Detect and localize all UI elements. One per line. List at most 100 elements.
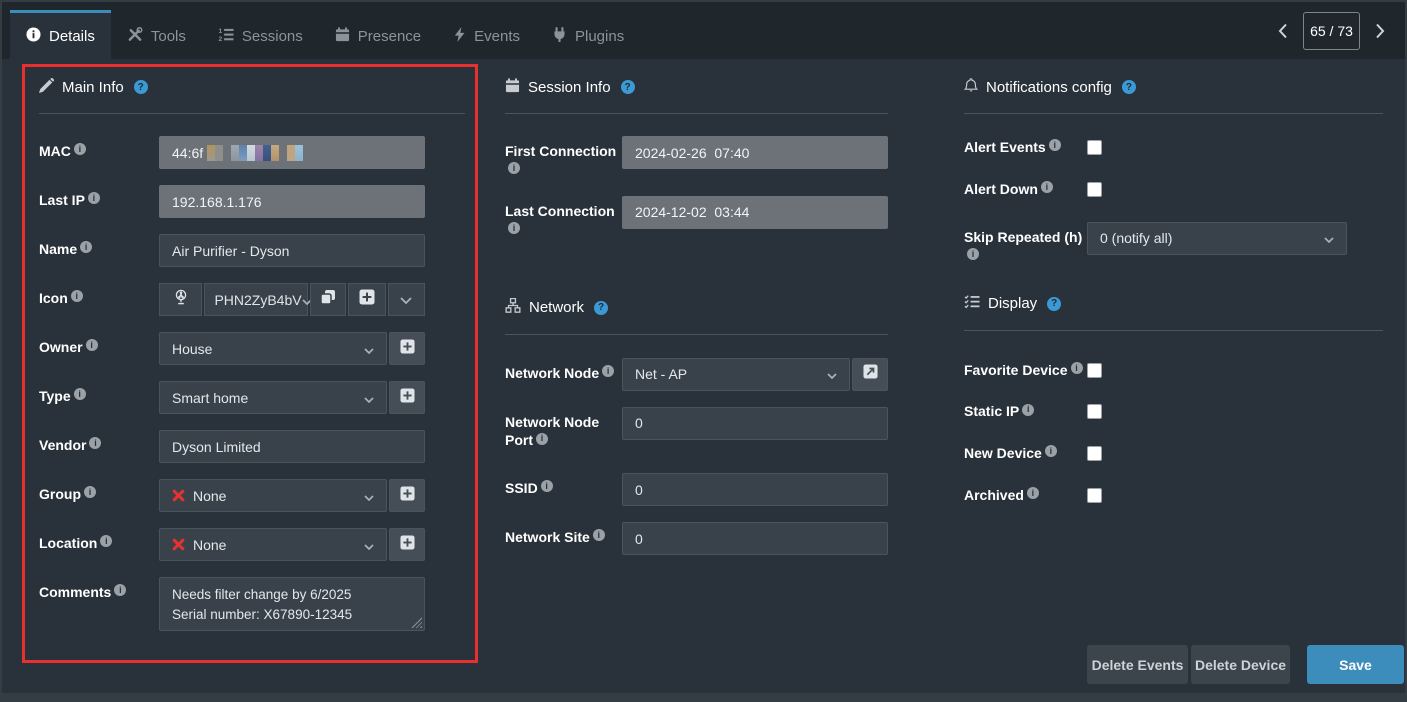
add-type-button[interactable] [389,381,425,414]
group-select[interactable]: None [159,479,387,512]
network-site-label: Network Sitei [505,522,622,555]
tab-sessions[interactable]: 12 Sessions [202,10,319,59]
name-input[interactable]: Air Purifier - Dyson [159,234,425,267]
help-icon[interactable]: ? [1047,297,1061,311]
static-ip-row: Static IPi [964,402,1383,421]
vendor-input[interactable]: Dyson Limited [159,430,425,463]
chevron-down-icon [1324,230,1334,246]
network-node-row: Network Nodei Net - AP [505,358,888,391]
archived-label: Archivedi [964,486,1087,505]
delete-device-button[interactable]: Delete Device [1191,645,1290,684]
plus-square-icon [400,388,415,408]
tab-events-label: Events [474,28,520,45]
new-device-checkbox[interactable] [1087,446,1102,461]
favorite-device-checkbox[interactable] [1087,363,1102,378]
group-label: Groupi [39,479,159,512]
info-circle-icon [26,27,41,46]
session-info-title: Session Info ? [505,77,888,97]
expand-icon-list-button[interactable] [388,283,426,316]
tab-presence[interactable]: Presence [319,10,437,59]
external-link-icon [863,364,878,384]
comments-row: Commentsi Needs filter change by 6/2025 … [39,577,465,631]
favorite-device-row: Favorite Devicei [964,361,1383,380]
fan-icon [173,289,189,310]
info-icon[interactable]: i [100,535,112,547]
first-connection-row: First Connectioni 2024-02-26 07:40 [505,136,888,180]
info-icon[interactable]: i [541,480,553,492]
archived-row: Archivedi [964,486,1383,505]
bell-icon [964,78,978,97]
info-icon[interactable]: i [1045,445,1057,457]
icon-select[interactable]: PHN2ZyB4bV [204,283,308,316]
network-title: Network ? [505,298,888,318]
open-network-node-button[interactable] [852,358,888,391]
tab-events[interactable]: Events [437,10,536,59]
save-button[interactable]: Save [1307,645,1404,684]
info-icon[interactable]: i [84,486,96,498]
alert-events-checkbox[interactable] [1087,140,1102,155]
type-select[interactable]: Smart home [159,381,387,414]
info-icon[interactable]: i [74,388,86,400]
tab-details[interactable]: Details [10,10,111,59]
location-select[interactable]: None [159,528,387,561]
next-device-button[interactable] [1365,11,1395,50]
plus-square-icon [400,486,415,506]
info-icon[interactable]: i [508,222,520,234]
help-icon[interactable]: ? [134,80,148,94]
info-icon[interactable]: i [88,192,100,204]
footer-actions: Delete Events Delete Device Save [1087,645,1404,684]
help-icon[interactable]: ? [1122,80,1136,94]
comments-label: Commentsi [39,577,159,631]
info-icon[interactable]: i [1071,362,1083,374]
info-icon[interactable]: i [89,437,101,449]
ssid-row: SSIDi 0 [505,473,888,506]
info-icon[interactable]: i [80,241,92,253]
info-icon[interactable]: i [593,529,605,541]
network-site-input[interactable]: 0 [622,522,888,555]
add-group-button[interactable] [389,479,425,512]
archived-checkbox[interactable] [1087,488,1102,503]
info-icon[interactable]: i [114,584,126,596]
list-ol-icon: 12 [218,27,234,46]
plus-square-icon [400,535,415,555]
group-row: Groupi None [39,479,465,512]
info-icon[interactable]: i [508,162,520,174]
info-icon[interactable]: i [1022,404,1034,416]
info-icon[interactable]: i [1041,181,1053,193]
network-node-label: Network Nodei [505,358,622,391]
owner-select[interactable]: House [159,332,387,365]
tab-plugins[interactable]: Plugins [536,10,640,59]
info-icon[interactable]: i [1027,487,1039,499]
vendor-row: Vendori Dyson Limited [39,430,465,463]
add-icon-button[interactable] [348,283,386,316]
mac-row: MACi 44:6f [39,136,465,169]
delete-events-button[interactable]: Delete Events [1087,645,1188,684]
static-ip-checkbox[interactable] [1087,404,1102,419]
main-info-title: Main Info ? [39,77,465,97]
info-icon[interactable]: i [71,290,83,302]
info-icon[interactable]: i [602,365,614,377]
add-location-button[interactable] [389,528,425,561]
info-icon[interactable]: i [1049,139,1061,151]
add-owner-button[interactable] [389,332,425,365]
ssid-input[interactable]: 0 [622,473,888,506]
alert-down-checkbox[interactable] [1087,182,1102,197]
resize-grip[interactable] [411,617,422,628]
prev-device-button[interactable] [1268,11,1298,50]
info-icon[interactable]: i [536,433,548,445]
network-node-port-input[interactable]: 0 [622,407,888,440]
skip-repeated-select[interactable]: 0 (notify all) [1087,222,1347,255]
display-title: Display ? [964,294,1383,314]
tab-tools[interactable]: Tools [111,10,202,59]
comments-textarea[interactable]: Needs filter change by 6/2025 Serial num… [159,577,425,631]
icon-label: Iconi [39,283,159,316]
info-icon[interactable]: i [86,339,98,351]
tabs: Details Tools 12 Sessions Presence [10,2,640,59]
help-icon[interactable]: ? [594,301,608,315]
info-icon[interactable]: i [74,143,86,155]
mac-label: MACi [39,136,159,169]
help-icon[interactable]: ? [621,80,635,94]
copy-icon-button[interactable] [310,283,346,316]
network-node-select[interactable]: Net - AP [622,358,850,391]
info-icon[interactable]: i [967,248,979,260]
